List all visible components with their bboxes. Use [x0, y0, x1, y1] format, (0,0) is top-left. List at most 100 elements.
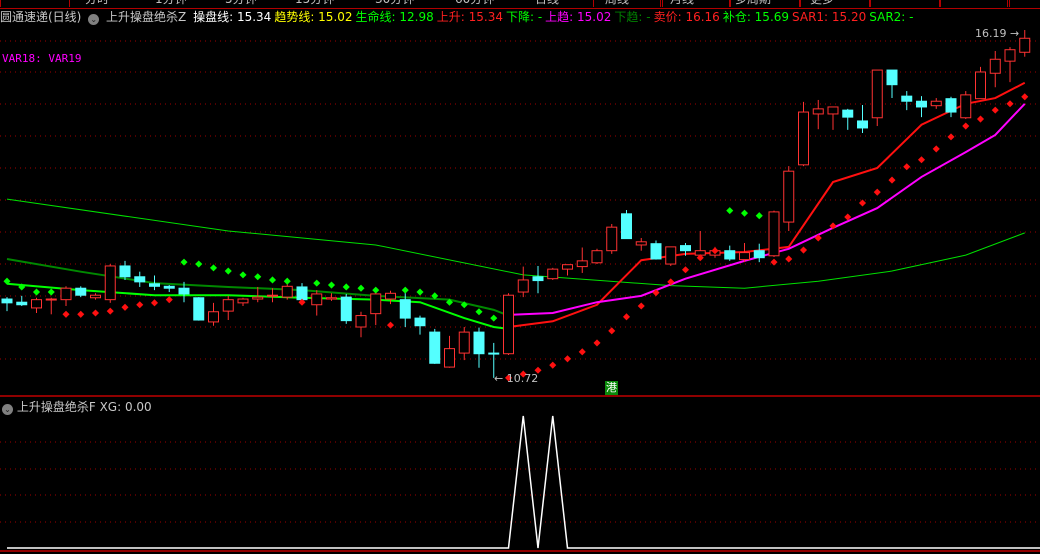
sar-dot [91, 309, 100, 317]
sar-dot [386, 321, 395, 329]
indicator-value: SAR2: - [869, 10, 914, 24]
indicator-value: 下趋: - [614, 10, 651, 24]
candle-down [753, 250, 765, 259]
candle-up [798, 111, 809, 166]
sar-dot [372, 286, 380, 294]
candle-up [385, 292, 396, 300]
kline-chart[interactable] [0, 0, 1040, 554]
sar-dot [165, 296, 173, 304]
sub-indicator-name[interactable]: 上升操盘绝杀F [17, 400, 96, 414]
sar-dot [622, 313, 631, 321]
sar-dot [490, 314, 498, 322]
sar-dot [150, 299, 159, 307]
var-label: VAR18: VAR19 [2, 52, 82, 65]
candle-down [724, 250, 736, 260]
indicator-value: SAR1: 15.20 [792, 10, 867, 24]
sar-dot [106, 307, 114, 315]
indicator-line [508, 81, 1026, 329]
sar-dot [785, 255, 793, 263]
candle-up [930, 100, 942, 107]
sar-dot [991, 106, 999, 114]
candle-up [547, 268, 559, 280]
sar-dot [888, 176, 896, 184]
hk-connect-badge[interactable]: 港 [605, 381, 618, 395]
sar-dot [283, 277, 291, 285]
candle-up [871, 69, 883, 119]
candle-down [414, 317, 426, 327]
sar-dot [62, 310, 70, 318]
candle-down [75, 287, 87, 296]
indicator-value: 下降: - [505, 10, 543, 24]
indicator-name[interactable]: 上升操盘绝杀Z [106, 10, 186, 24]
sar-dot [327, 281, 336, 289]
candle-down [901, 95, 913, 102]
sar-dot [254, 273, 262, 281]
candle-up [222, 299, 234, 312]
stock-title: 圆通速递(日线) [0, 10, 82, 24]
sar-dot [549, 361, 557, 369]
candle-up [281, 285, 293, 298]
candle-up [252, 296, 264, 300]
candle-down [149, 283, 160, 287]
candle-down [429, 331, 441, 364]
sar-dot [313, 279, 321, 287]
candle-up [576, 260, 588, 268]
candle-up [960, 94, 972, 119]
sar-dot [563, 355, 572, 363]
chevron-down-icon[interactable]: ⌄ [88, 14, 100, 25]
candle-down [399, 299, 411, 319]
indicator-value: 趋势线: 15.02 [274, 10, 353, 24]
candle-down [473, 331, 485, 355]
candle-down [680, 245, 691, 252]
candle-down [193, 297, 205, 321]
candle-up [326, 297, 337, 300]
sar-dot [77, 310, 85, 318]
candle-up [635, 241, 647, 246]
sar-dot [726, 207, 734, 215]
sar-dot [740, 209, 749, 217]
candle-down [488, 352, 500, 355]
sar-dot [932, 145, 940, 153]
candle-down [163, 285, 175, 289]
candle-up [237, 298, 249, 304]
sar-dot [121, 303, 129, 311]
sar-dot [401, 286, 409, 294]
candle-down [916, 100, 927, 108]
candle-up [267, 294, 278, 297]
indicator-line [6, 198, 1025, 289]
candle-up [989, 58, 1001, 74]
indicator-value: 操盘线: 15.34 [193, 10, 272, 24]
candle-down [1, 298, 13, 304]
high-price-label: 16.19 → [975, 27, 1020, 40]
sar-dot [681, 266, 690, 274]
sar-dot [239, 271, 247, 279]
sar-dot [755, 212, 763, 220]
candle-up [562, 264, 573, 270]
sar-dot [917, 156, 926, 164]
candle-up [458, 331, 470, 354]
candle-down [340, 296, 352, 322]
candle-up [60, 287, 72, 301]
candle-up [591, 250, 603, 264]
sar-dot [947, 133, 955, 141]
candle-down [842, 109, 854, 118]
candle-down [178, 287, 190, 295]
candle-down [532, 276, 544, 282]
candle-up [355, 315, 367, 328]
candle-up [1004, 49, 1016, 62]
main-indicator-header: 圆通速递(日线) ⌄ 上升操盘绝杀Z 操盘线: 15.34 趋势线: 15.02 生… [0, 9, 919, 25]
candle-up [311, 293, 323, 306]
candle-down [857, 120, 868, 129]
sar-dot [1006, 100, 1014, 108]
candle-up [90, 294, 101, 299]
sar-dot [637, 302, 645, 310]
chevron-down-icon[interactable]: ⌄ [2, 404, 13, 415]
sar-dot [342, 283, 350, 291]
sar-dot [224, 267, 232, 275]
candle-down [945, 98, 957, 113]
sar-dot [209, 264, 218, 272]
candle-down [621, 213, 632, 240]
candle-up [31, 299, 42, 309]
low-price-label: ← 10.72 [494, 372, 539, 385]
candle-up [503, 294, 514, 355]
